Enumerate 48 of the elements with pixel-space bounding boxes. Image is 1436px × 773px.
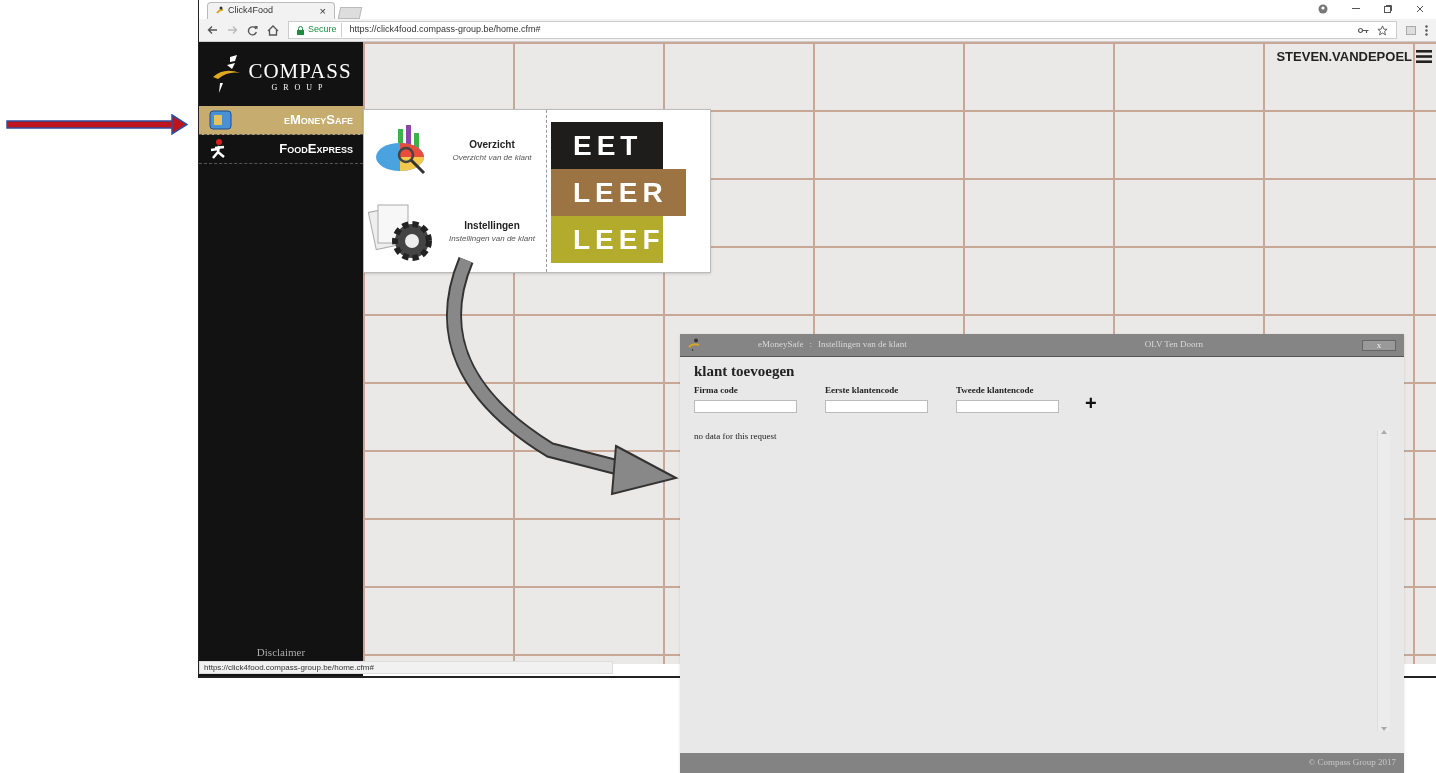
site-logo-icon <box>216 6 224 16</box>
title-separator: : <box>809 338 812 352</box>
menu-item-title: Overzicht <box>469 138 515 152</box>
url-text: https://click4food.compass-group.be/home.cfm# <box>348 23 541 37</box>
menu-dots-icon[interactable] <box>1425 24 1428 36</box>
banner-word: LEER <box>551 169 686 216</box>
profile-icon[interactable] <box>1318 4 1328 14</box>
tab-close-button[interactable]: × <box>319 5 326 17</box>
add-button[interactable]: + <box>1085 393 1097 414</box>
field-label: Firma code <box>694 383 739 397</box>
home-icon[interactable] <box>267 24 279 36</box>
dialog-page-title: Instellingen van de klant <box>818 338 907 352</box>
reload-icon[interactable] <box>247 24 258 36</box>
close-icon[interactable] <box>1416 5 1424 13</box>
empty-message: no data for this request <box>694 430 778 444</box>
back-icon[interactable] <box>207 25 218 35</box>
lock-icon <box>297 25 304 35</box>
form-heading: klant toevoegen <box>694 362 796 381</box>
menu-item[interactable]: Overzicht Overzicht van de klant <box>364 110 546 191</box>
security-label: Secure <box>308 23 342 37</box>
dialog-app-name: eMoneySafe <box>758 338 804 352</box>
card-icon <box>209 109 233 131</box>
field-label: Tweede klantencode <box>956 383 1035 397</box>
status-url: https://click4food.compass-group.be/home.cfm# <box>204 661 374 674</box>
tab-title: Click4Food <box>228 4 275 18</box>
menu-icon[interactable] <box>1416 50 1432 64</box>
disclaimer-link[interactable]: Disclaimer <box>256 643 306 660</box>
menu-item-subtitle: Overzicht van de klant <box>452 152 532 164</box>
banner-word: LEEF <box>551 216 663 263</box>
logo-subtext: GROUP <box>271 83 329 92</box>
restore-icon[interactable] <box>1384 5 1392 13</box>
browser-tab[interactable]: Click4Food × <box>207 2 335 19</box>
username: STEVEN.VANDEPOEL <box>1276 48 1412 66</box>
key-icon[interactable] <box>1358 26 1369 34</box>
menu-item-subtitle: Instellingen van de klant <box>449 233 535 245</box>
address-bar[interactable]: Secure https://click4food.compass-group.be/home.cfm# <box>288 21 1397 39</box>
banner-word: EET <box>551 122 663 169</box>
menu-item-title: Instellingen <box>464 219 520 233</box>
input-field[interactable] <box>694 400 797 414</box>
copyright-text: © Compass Group 2017 <box>1308 756 1396 770</box>
input-field[interactable] <box>956 400 1059 414</box>
input-field[interactable] <box>825 400 928 414</box>
field-label: Eerste klantencode <box>825 383 900 397</box>
compass-logo-icon <box>688 338 700 352</box>
logo-text: COMPASS <box>248 60 352 82</box>
location-name: OLV Ten Doorn <box>1144 338 1203 352</box>
star-icon[interactable] <box>1377 24 1388 36</box>
menu-item[interactable]: Instellingen Instellingen van de klant <box>364 191 546 272</box>
